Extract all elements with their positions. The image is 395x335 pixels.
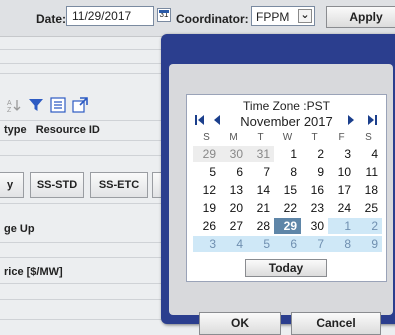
divider (0, 283, 162, 284)
divider (0, 203, 162, 204)
weekday-label: T (257, 132, 264, 143)
day-cell[interactable]: 10 (328, 164, 355, 180)
weekday-label: F (338, 132, 345, 143)
toolbar: Date: 11/29/2017 31 Coordinator: FPPM ⌄ … (0, 0, 395, 37)
divider (0, 73, 162, 74)
day-cell[interactable]: 3 (193, 236, 220, 252)
column-header-resource-id[interactable]: Resource ID (36, 124, 100, 136)
tab-partial[interactable]: y (0, 172, 24, 198)
calendar: Time Zone :PST November 2017 SMTWTFS 29 3… (186, 94, 387, 282)
day-cell[interactable]: 18 (355, 182, 382, 198)
section-price: rice [$/MW] (4, 266, 63, 278)
divider (0, 242, 162, 243)
day-cell[interactable]: 17 (328, 182, 355, 198)
day-cell[interactable]: 4 (220, 236, 247, 252)
divider (0, 155, 162, 156)
calendar-popup: Time Zone :PST November 2017 SMTWTFS 29 3… (161, 34, 395, 335)
day-cell[interactable]: 31 (247, 146, 274, 162)
day-cell[interactable]: 8 (274, 164, 301, 180)
day-cell[interactable]: 26 (193, 218, 220, 234)
date-input[interactable]: 11/29/2017 (66, 6, 154, 26)
svg-text:A: A (7, 100, 12, 107)
timezone-title: Time Zone :PST (243, 99, 330, 113)
day-cell[interactable]: 5 (247, 236, 274, 252)
weekday-label: W (282, 132, 293, 143)
weekday-label: S (203, 132, 210, 143)
tab-ss-etc[interactable]: SS-ETC (90, 172, 148, 198)
day-cell[interactable]: 11 (355, 164, 382, 180)
day-cell[interactable]: 1 (328, 218, 355, 234)
day-cell[interactable]: 24 (328, 200, 355, 216)
calendar-icon[interactable]: 31 (157, 8, 171, 22)
month-title: November 2017 (240, 114, 333, 129)
day-cell[interactable]: 21 (247, 200, 274, 216)
day-cell[interactable]: 30 (301, 218, 328, 234)
day-cell[interactable]: 20 (220, 200, 247, 216)
day-cell[interactable]: 13 (220, 182, 247, 198)
background-panel: A Z type Resource ID y SS-STD SS-ETC ge … (0, 37, 172, 327)
day-cell[interactable]: 9 (301, 164, 328, 180)
day-cell[interactable]: 30 (220, 146, 247, 162)
day-cell[interactable]: 12 (193, 182, 220, 198)
coordinator-value: FPPM (256, 10, 290, 24)
date-label: Date: (36, 12, 67, 26)
cancel-button[interactable]: Cancel (291, 312, 381, 335)
coordinator-select[interactable]: FPPM ⌄ (251, 6, 315, 26)
filter-icon[interactable] (28, 97, 44, 113)
day-cell[interactable]: 8 (328, 236, 355, 252)
tab-ss-std[interactable]: SS-STD (30, 172, 84, 198)
day-cell[interactable]: 3 (328, 146, 355, 162)
day-cell[interactable]: 1 (274, 146, 301, 162)
day-cell[interactable]: 16 (301, 182, 328, 198)
selected-day-cell[interactable]: 29 (274, 218, 301, 234)
day-cell[interactable]: 22 (274, 200, 301, 216)
svg-text:Z: Z (7, 107, 12, 113)
day-cell[interactable]: 15 (274, 182, 301, 198)
weekday-label: T (311, 132, 318, 143)
column-header-type[interactable]: type (4, 124, 27, 136)
chevron-down-icon[interactable]: ⌄ (298, 9, 312, 23)
divider (0, 120, 162, 121)
divider (0, 49, 162, 50)
calendar-popup-body: Time Zone :PST November 2017 SMTWTFS 29 3… (169, 64, 393, 335)
popout-icon[interactable] (72, 97, 88, 113)
day-cell[interactable]: 25 (355, 200, 382, 216)
apply-button[interactable]: Apply (326, 6, 395, 28)
day-cell[interactable]: 14 (247, 182, 274, 198)
last-month-icon[interactable] (367, 114, 377, 129)
day-cell[interactable]: 23 (301, 200, 328, 216)
divider (0, 140, 162, 141)
today-button[interactable]: Today (245, 259, 327, 277)
ok-button[interactable]: OK (199, 312, 281, 335)
tabs-row: y SS-STD SS-ETC (0, 172, 172, 198)
day-cell[interactable]: 7 (247, 164, 274, 180)
divider (0, 63, 162, 64)
day-cell[interactable]: 28 (247, 218, 274, 234)
weekday-label: S (365, 132, 372, 143)
day-cell[interactable]: 9 (355, 236, 382, 252)
day-cell[interactable]: 29 (193, 146, 220, 162)
day-cell[interactable]: 4 (355, 146, 382, 162)
weekday-label: M (229, 132, 238, 143)
day-cell[interactable]: 6 (220, 164, 247, 180)
divider (0, 299, 162, 300)
day-cell[interactable]: 2 (301, 146, 328, 162)
sort-icon[interactable]: A Z (6, 97, 22, 114)
section-charge-up: ge Up (4, 223, 35, 235)
weekday-header: SMTWTFS (193, 132, 383, 144)
day-cell[interactable]: 6 (274, 236, 301, 252)
day-cell[interactable]: 27 (220, 218, 247, 234)
column-header-row: type Resource ID (4, 124, 106, 136)
next-month-icon[interactable] (347, 114, 355, 129)
day-cell[interactable]: 7 (301, 236, 328, 252)
coordinator-label: Coordinator: (176, 12, 249, 26)
divider (0, 319, 162, 320)
day-cell[interactable]: 19 (193, 200, 220, 216)
day-cell[interactable]: 2 (355, 218, 382, 234)
divider (0, 257, 162, 258)
list-icon[interactable] (50, 97, 66, 113)
day-cell[interactable]: 5 (193, 164, 220, 180)
